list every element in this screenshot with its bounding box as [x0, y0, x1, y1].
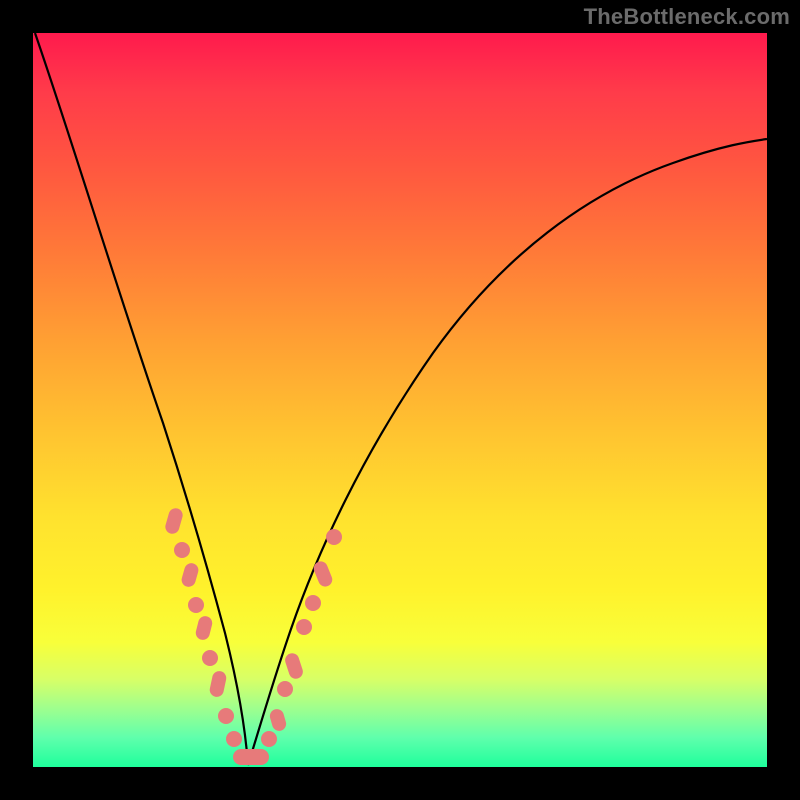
curve-right-branch: [248, 139, 767, 765]
watermark-text: TheBottleneck.com: [584, 4, 790, 30]
chart-svg: [33, 33, 767, 767]
chart-frame: TheBottleneck.com: [0, 0, 800, 800]
marker-group: [164, 507, 342, 765]
